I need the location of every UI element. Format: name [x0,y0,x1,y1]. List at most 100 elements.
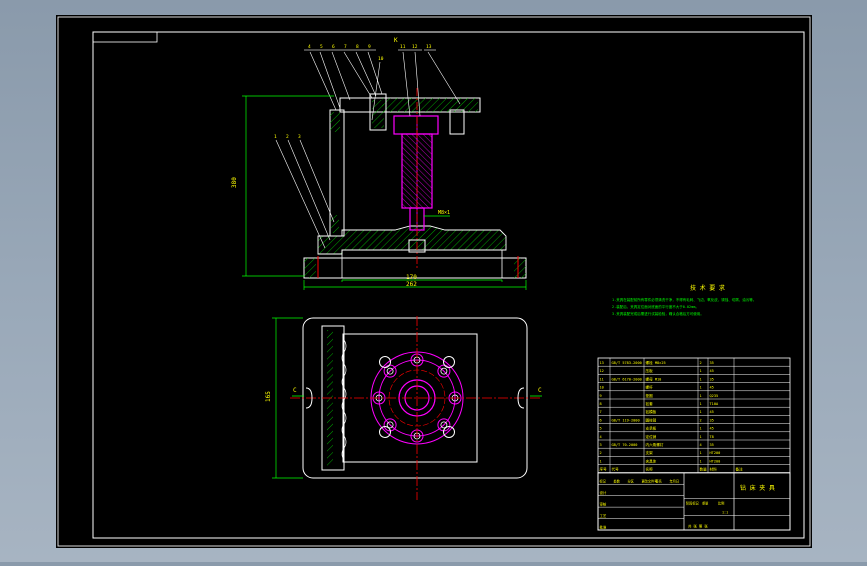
balloon-5: 5 [320,44,323,50]
bom-cell: Q235 [710,394,719,398]
bom-cell: 9 [600,394,602,398]
title-label: 签名 [656,479,662,484]
bom-cell: 35 [710,377,714,381]
title-role: 工艺 [600,513,607,518]
stage-label: 比例 [718,501,724,506]
bom-cell: 1 [700,394,702,398]
bom-cell: 1 [700,459,702,463]
title-label: 标记 [600,479,607,484]
bom-cell: 3 [600,443,602,447]
bom-cell: 45 [710,386,714,390]
balloon-10: 10 [378,56,384,62]
bom-cell: 8 [600,402,602,406]
tech-req-line-1: 1.夹具在装配前所有零件必须清洗干净，不得有毛刺、飞边、氧化皮、锈蚀、切屑、油污… [612,297,756,302]
title-label: 处数 [614,479,621,484]
bom-cell: GB/T 5783-2000 [612,361,642,365]
balloon-2: 2 [286,134,289,140]
bom-header-cell: 数量 [700,467,708,472]
bom-cell: 螺母 M10 [646,376,662,381]
bom-cell: 垫圈 [646,393,654,398]
bom-cell: 7 [600,410,602,414]
dim-base-inner: 170 [406,274,417,281]
title-role: 审核 [600,502,607,507]
view-mark-right: C [538,387,542,394]
bom-cell: 1 [700,402,702,406]
bom-cell: GB/T 70-2000 [612,443,638,447]
bom-header-cell: 材料 [710,467,718,472]
bom-cell: 1 [700,377,702,381]
bom-cell: 钻套 [646,401,654,406]
bom-cell: 1 [700,410,702,414]
dim-base-outer: 262 [406,281,417,288]
drawing-sheet: K 4 5 6 7 8 91011 12 131 2 3 380 170 262… [56,15,812,548]
bom-cell: 定位销 [646,434,657,439]
bom-cell: 螺杆 [646,385,654,390]
bom-cell: 5 [600,427,602,431]
bom-cell: 2 [700,418,702,422]
bom-cell: GB/T 6170-2000 [612,377,642,381]
bom-cell: 钻模板 [646,409,657,414]
balloon-1: 1 [274,134,277,140]
scale-value: 1:1 [722,511,728,515]
bom-cell: 压板 [646,368,654,373]
tech-req-line-2: 2.装配后，夹具定位面对底面的平行度不大于0.02mm。 [612,304,699,309]
cad-viewport[interactable]: K 4 5 6 7 8 9 10 11 12 13 1 2 3 380 170 … [0,0,867,562]
bom-cell: 支架 [646,450,654,455]
bom-cell: 35 [710,361,714,365]
sheet-count: 共 张 第 张 [688,524,708,529]
left-foot-hatch [304,258,316,278]
dim-height-380: 380 [231,177,238,188]
balloon-7: 7 [344,44,347,50]
bom-cell: 35 [710,418,714,422]
bom-cell: 1 [700,386,702,390]
stage-label: 重量 [702,501,709,506]
title-role: 批准 [600,525,607,530]
stage-label: 阶段标记 [686,501,700,506]
support-top-hatch [330,112,340,132]
bom-cell: 1 [600,459,602,463]
bom-cell: 1 [700,451,702,455]
pin-boss-hatch [372,100,384,128]
right-foot-hatch [514,258,526,278]
bom-cell: 夹具体 [646,458,657,463]
bom-cell: T8 [710,435,714,439]
bom-header-cell: 序号 [600,467,608,472]
title-label: 年月日 [670,479,680,484]
bom-cell: 1 [700,435,702,439]
bom-cell: 内六角螺钉 [646,442,664,447]
balloon-13: 13 [426,44,432,50]
dim-height-165: 165 [265,391,272,402]
bom-cell: 4 [600,435,602,439]
bom-cell: 35 [710,443,714,447]
bom-cell: 11 [600,377,604,381]
bom-cell: 4 [700,443,702,447]
dim-thread: M8×1 [438,210,450,216]
bom-header-cell: 备注 [736,467,744,472]
bom-cell: 12 [600,369,604,373]
bom-cell: 2 [600,451,602,455]
bom-cell: 2 [700,361,702,365]
balloon-6: 6 [332,44,335,50]
bom-cell: T10A [710,402,719,406]
bom-cell: 支承板 [646,426,657,431]
tech-req-title: 技 术 要 求 [690,284,725,292]
title-label: 分区 [628,479,635,484]
title-role: 设计 [600,490,607,495]
bom-cell: 13 [600,361,604,365]
bom-cell: 1 [700,369,702,373]
bom-cell: 1 [700,427,702,431]
balloon-4: 4 [308,44,311,50]
balloon-8: 8 [356,44,359,50]
section-mark: K [394,37,398,44]
bom-header-cell: 名称 [646,467,654,472]
bom-cell: 45 [710,427,714,431]
bom-header-cell: 代号 [612,467,620,472]
drawing-name: 钻 床 夹 具 [740,484,775,492]
bom-cell: 螺栓 M8×25 [646,360,666,365]
bom-cell: 6 [600,418,602,422]
balloon-11: 11 [400,44,406,50]
bom-cell: 45 [710,369,714,373]
bom-cell: 10 [600,386,604,390]
bom-cell: HT200 [710,451,721,455]
view-mark-left: C [293,387,297,394]
